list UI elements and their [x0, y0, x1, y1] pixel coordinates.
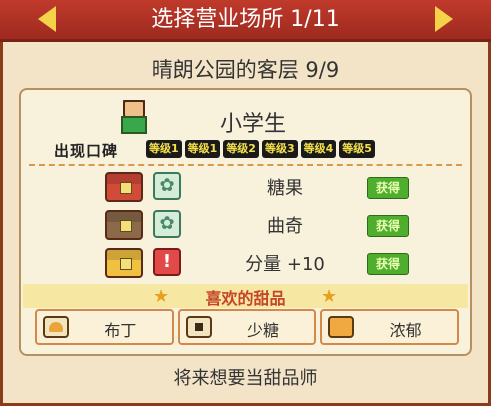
level-badge: 等级5 — [339, 140, 375, 158]
red-chest-icon — [105, 172, 143, 202]
level-badge: 等级2 — [223, 140, 259, 158]
condition-label: 糖果 — [267, 178, 303, 199]
star-icon: ★ — [321, 286, 338, 307]
customer-name: 小学生 — [219, 112, 286, 137]
obtained-badge: 获得 — [367, 253, 409, 275]
favorite-label: 浓郁 — [389, 321, 422, 340]
level-badges: 等级1 等级1 等级2 等级3 等级4 等级5 — [146, 140, 375, 158]
pudding-icon — [43, 316, 69, 338]
condition-label: 分量 +10 — [245, 254, 325, 275]
page-title: 选择营业场所 1/11 — [151, 7, 340, 32]
favorite-item-rich[interactable]: 浓郁 — [320, 309, 460, 345]
condition-row: ! 分量 +10 获得 — [105, 244, 435, 280]
level-badge: 等级4 — [300, 140, 337, 158]
customer-avatar-icon — [115, 100, 149, 134]
appear-reputation-label: 出现口碑 — [54, 142, 119, 160]
favorite-item-low-sugar[interactable]: 少糖 — [177, 309, 317, 345]
level-badge: 等级3 — [261, 140, 298, 158]
previous-arrow-icon[interactable] — [38, 6, 56, 32]
divider — [29, 164, 462, 166]
gear-icon: ✿ — [153, 172, 181, 200]
rich-icon — [328, 316, 355, 338]
gold-chest-icon — [105, 248, 143, 278]
gear-icon: ✿ — [153, 210, 181, 238]
header-bar: 选择营业场所 1/11 — [0, 0, 491, 42]
condition-label: 曲奇 — [267, 216, 303, 237]
favorite-label: 少糖 — [247, 321, 280, 340]
next-arrow-icon[interactable] — [435, 6, 453, 32]
favorites-title: 喜欢的甜品 — [205, 289, 286, 308]
level-badge: 等级1 — [146, 140, 182, 158]
condition-row: ✿ 糖果 获得 — [105, 168, 435, 204]
low-sugar-icon — [185, 316, 212, 338]
obtained-badge: 获得 — [367, 215, 409, 237]
customer-description: 将来想要当甜品师 — [173, 368, 318, 389]
warning-icon: ! — [153, 248, 181, 276]
obtained-badge: 获得 — [367, 177, 409, 199]
level-badge: 等级1 — [184, 140, 221, 158]
condition-row: ✿ 曲奇 获得 — [105, 206, 435, 242]
favorite-item-pudding[interactable]: 布丁 — [35, 309, 174, 345]
brown-chest-icon — [105, 210, 143, 240]
customer-tier-title: 晴朗公园的客层 9/9 — [151, 58, 340, 82]
customer-panel: 小学生 出现口碑 等级1 等级1 等级2 等级3 等级4 等级5 ✿ 糖果 获得… — [19, 88, 472, 356]
favorite-label: 布丁 — [104, 321, 137, 340]
favorites-list: 布丁 少糖 浓郁 — [35, 309, 460, 351]
